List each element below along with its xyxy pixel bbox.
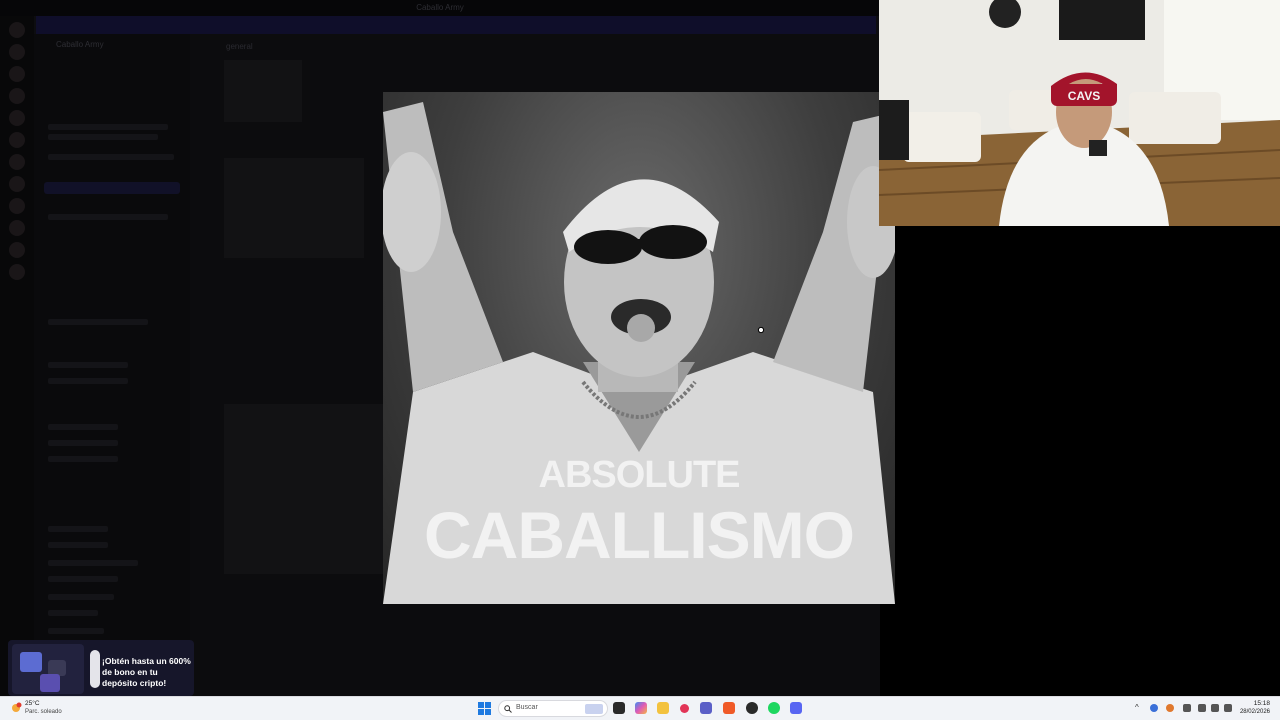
ad-text[interactable]: ¡Obtén hasta un 600% de bono en tu depós… bbox=[102, 656, 192, 689]
message-image[interactable] bbox=[224, 60, 302, 122]
join-button[interactable] bbox=[44, 182, 180, 194]
discord-icon[interactable] bbox=[790, 702, 802, 714]
channel-item[interactable] bbox=[48, 610, 98, 616]
tray-app-icon[interactable] bbox=[1150, 704, 1158, 712]
server-rail bbox=[0, 16, 34, 696]
ad-controls[interactable] bbox=[90, 650, 100, 688]
message-image[interactable] bbox=[224, 404, 384, 574]
taskbar-search[interactable]: Buscar bbox=[498, 700, 608, 717]
brave-icon[interactable] bbox=[723, 702, 735, 714]
server-icon[interactable] bbox=[9, 88, 25, 104]
server-name[interactable]: Caballo Army bbox=[56, 40, 104, 49]
sidebar-text bbox=[48, 124, 168, 130]
channel-item[interactable] bbox=[48, 319, 148, 325]
crypto-ad-banner[interactable]: ¡Obtén hasta un 600% de bono en tu depós… bbox=[8, 640, 194, 696]
server-icon[interactable] bbox=[9, 242, 25, 258]
cursor-icon bbox=[757, 326, 765, 334]
clock-time[interactable]: 15:18 bbox=[1254, 700, 1270, 707]
channel-item[interactable] bbox=[48, 378, 128, 384]
meme-image: ABSOLUTE CABALLISMO bbox=[383, 92, 895, 604]
clock-date[interactable]: 28/02/2026 bbox=[1240, 709, 1270, 715]
wifi-icon[interactable] bbox=[1198, 704, 1206, 712]
channel-sidebar: Caballo Army bbox=[34, 34, 190, 696]
svg-text:CAVS: CAVS bbox=[1068, 89, 1100, 103]
channel-header: general bbox=[226, 42, 253, 51]
channel-item[interactable] bbox=[48, 424, 118, 430]
task-view-icon[interactable] bbox=[613, 702, 625, 714]
screen: Caballo Army Caballo Army general ABSOLU… bbox=[0, 0, 1280, 720]
weather-description[interactable]: Parc. soleado bbox=[25, 709, 62, 715]
chevron-up-icon[interactable]: ^ bbox=[1135, 704, 1143, 712]
channel-item[interactable] bbox=[48, 628, 104, 634]
copilot-icon[interactable] bbox=[635, 702, 647, 714]
channel-item[interactable] bbox=[48, 456, 118, 462]
tray-app-icon[interactable] bbox=[1166, 704, 1174, 712]
search-highlight-icon bbox=[585, 704, 603, 714]
microphone-icon[interactable] bbox=[1183, 704, 1191, 712]
windows-start-icon[interactable] bbox=[478, 702, 491, 715]
message-image[interactable] bbox=[224, 158, 364, 258]
sidebar-text bbox=[48, 134, 158, 140]
channel-item[interactable] bbox=[48, 560, 138, 566]
server-icon[interactable] bbox=[9, 132, 25, 148]
weather-temperature[interactable]: 25°C bbox=[25, 700, 40, 707]
sidebar-text bbox=[48, 214, 168, 220]
channel-item[interactable] bbox=[48, 576, 118, 582]
channel-item[interactable] bbox=[48, 440, 118, 446]
meme-caption-bottom: CABALLISMO bbox=[424, 498, 855, 572]
server-icon[interactable] bbox=[9, 220, 25, 236]
notification-banner[interactable] bbox=[36, 16, 876, 34]
webcam-feed: CAVS bbox=[879, 0, 1280, 226]
server-icon[interactable] bbox=[9, 154, 25, 170]
server-icon[interactable] bbox=[9, 66, 25, 82]
channel-item[interactable] bbox=[48, 526, 108, 532]
file-explorer-icon[interactable] bbox=[657, 702, 669, 714]
chrome-icon[interactable] bbox=[746, 702, 758, 714]
spotify-icon[interactable] bbox=[768, 702, 780, 714]
teams-icon[interactable] bbox=[700, 702, 712, 714]
battery-icon[interactable] bbox=[1224, 704, 1232, 712]
taskbar: 25°C Parc. soleado Buscar ^ 15:18 28/02/… bbox=[0, 696, 1280, 720]
window-title: Caballo Army bbox=[0, 0, 880, 16]
search-icon bbox=[504, 705, 512, 713]
app-icon[interactable] bbox=[680, 704, 689, 713]
server-icon[interactable] bbox=[9, 264, 25, 280]
channel-item[interactable] bbox=[48, 594, 114, 600]
weather-icon[interactable] bbox=[10, 702, 22, 714]
channel-item[interactable] bbox=[48, 542, 108, 548]
ad-image bbox=[12, 644, 84, 694]
channel-item[interactable] bbox=[48, 362, 128, 368]
server-icon[interactable] bbox=[9, 176, 25, 192]
meme-caption-top: ABSOLUTE bbox=[538, 454, 741, 496]
volume-icon[interactable] bbox=[1211, 704, 1219, 712]
server-icon[interactable] bbox=[9, 44, 25, 60]
webcam-scene: CAVS bbox=[879, 0, 1280, 226]
server-icon[interactable] bbox=[9, 22, 25, 38]
gift-robot-icon bbox=[20, 652, 66, 692]
sidebar-text bbox=[48, 154, 174, 160]
server-icon[interactable] bbox=[9, 110, 25, 126]
search-label: Buscar bbox=[516, 704, 538, 711]
server-icon[interactable] bbox=[9, 198, 25, 214]
